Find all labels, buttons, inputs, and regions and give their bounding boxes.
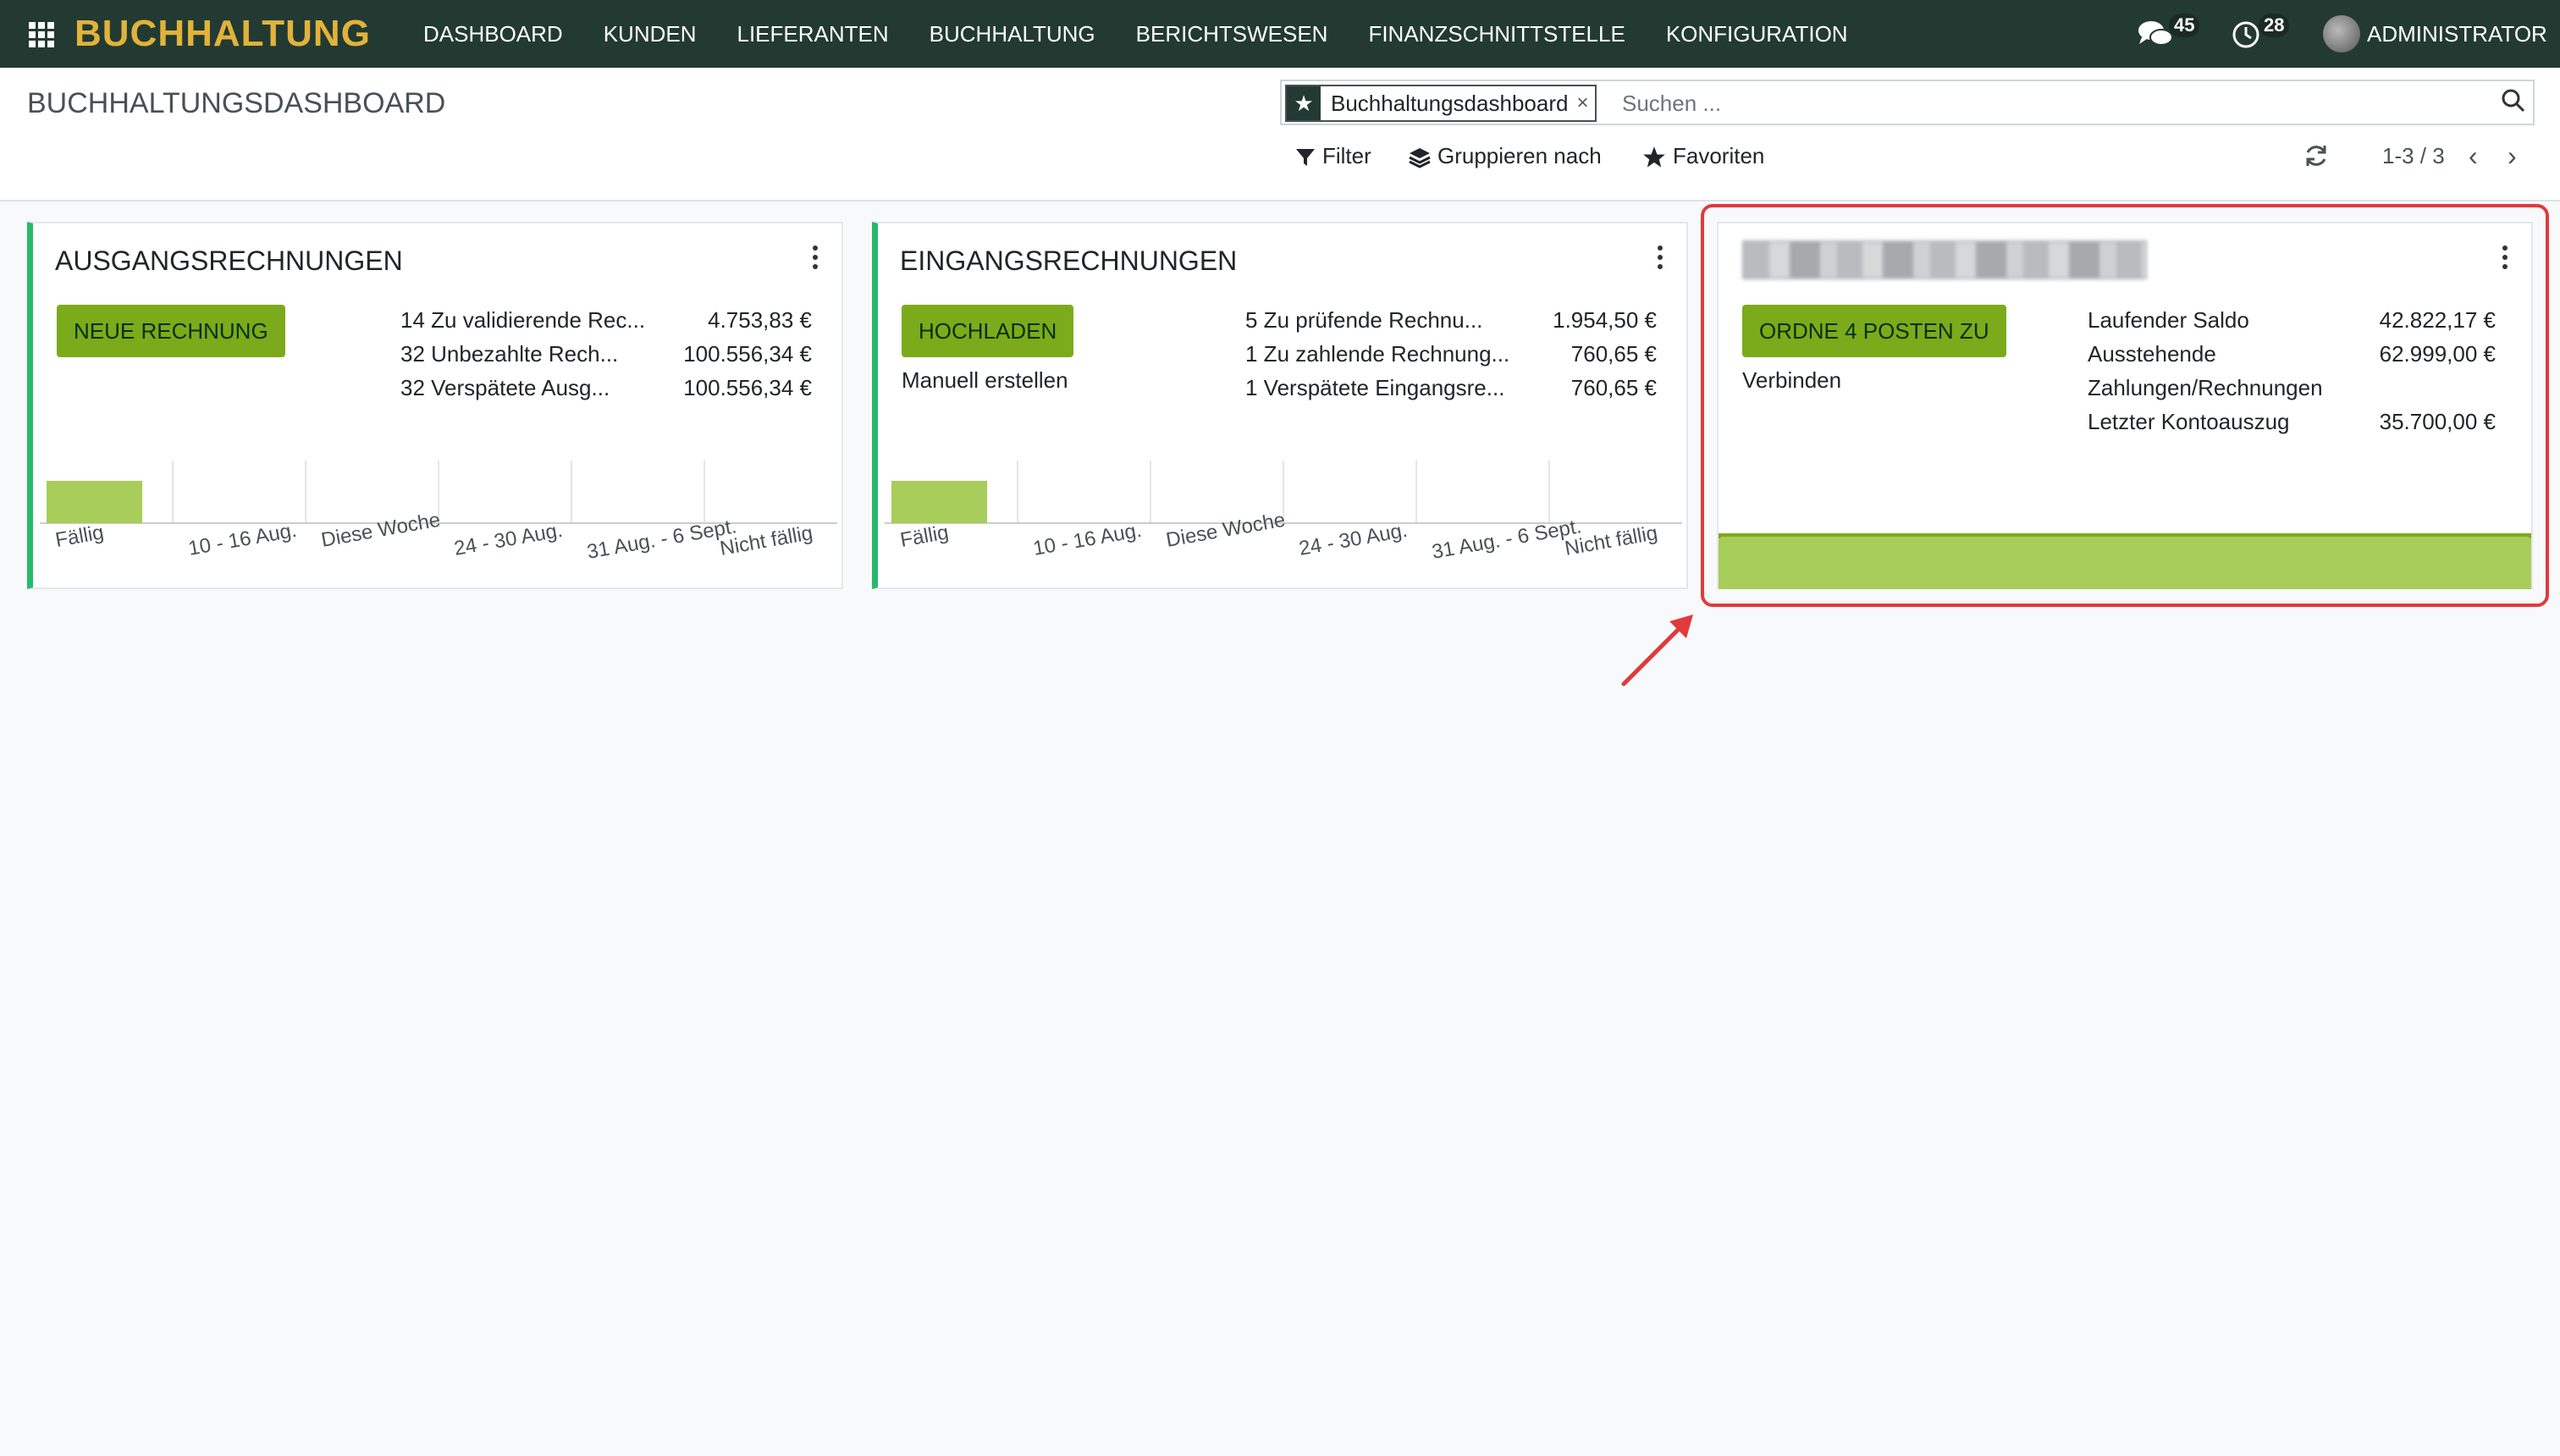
search-bar: ★ Buchhaltungsdashboard × — [1280, 80, 2535, 125]
create-manually-link[interactable]: Manuell erstellen — [902, 367, 1068, 394]
menu-item-lieferanten[interactable]: LIEFERANTEN — [737, 0, 889, 68]
filter-icon — [1296, 149, 1315, 167]
apps-menu-icon[interactable] — [29, 22, 54, 47]
messages-badge: 45 — [2169, 14, 2200, 37]
annotation-arrow-icon — [1621, 615, 1693, 687]
card-title[interactable]: EINGANGSRECHNUNGEN — [900, 244, 1237, 278]
pager-next-button[interactable]: › — [2508, 139, 2517, 173]
x-tick-label: 31 Aug. - 6 Sept. — [585, 515, 738, 564]
main-menu: DASHBOARD KUNDEN LIEFERANTEN BUCHHALTUNG… — [423, 0, 1889, 68]
group-by-button[interactable]: Gruppieren nach — [1409, 139, 1602, 173]
menu-item-finanzschnittstelle[interactable]: FINANZSCHNITTSTELLE — [1368, 0, 1625, 68]
menu-item-konfiguration[interactable]: KONFIGURATION — [1666, 0, 1848, 68]
card-stats: 14 Zu validierende Rec... 4.753,83 € 32 U… — [400, 303, 812, 405]
new-invoice-button[interactable]: NEUE RECHNUNG — [57, 305, 285, 357]
filter-button[interactable]: Filter — [1295, 139, 1371, 173]
search-facet: ★ Buchhaltungsdashboard × — [1285, 85, 1597, 122]
card-stats: 5 Zu prüfende Rechnu... 1.954,50 € 1 Zu z… — [1245, 303, 1657, 405]
star-icon — [1643, 146, 1665, 168]
chart-svg: Fällig 10 - 16 Aug. Diese Woche 24 - 30 Aug… — [40, 461, 837, 564]
aging-bar-chart: Fällig 10 - 16 Aug. Diese Woche 24 - 30 Aug… — [40, 461, 844, 587]
favorites-button[interactable]: Favoriten — [1642, 139, 1764, 173]
x-tick-label: Fällig — [898, 521, 950, 552]
chart-bar[interactable] — [47, 481, 143, 523]
chart-svg: Fällig 10 - 16 Aug. Diese Woche 24 - 30 Aug… — [885, 461, 1682, 564]
search-icon[interactable] — [2501, 88, 2526, 113]
facet-label: Buchhaltungsdashboard — [1331, 90, 1569, 116]
x-tick-label: 24 - 30 Aug. — [1297, 519, 1409, 560]
stat-value: 100.556,34 € — [683, 341, 812, 367]
stat-label: 32 Unbezahlte Rech... — [400, 341, 619, 367]
stat-row[interactable]: 5 Zu prüfende Rechnu... 1.954,50 € — [1245, 303, 1657, 337]
app-brand[interactable]: BUCHHALTUNG — [74, 10, 371, 58]
stat-row[interactable]: 1 Verspätete Eingangsre... 760,65 € — [1245, 371, 1657, 405]
stat-value: 100.556,34 € — [683, 375, 812, 400]
activities-badge: 28 — [2259, 14, 2290, 37]
group-by-label: Gruppieren nach — [1437, 143, 1602, 168]
x-tick-label: Diese Woche — [1164, 509, 1287, 552]
card-menu-icon[interactable] — [1658, 245, 1664, 273]
stat-label: 5 Zu prüfende Rechnu... — [1245, 307, 1483, 333]
filter-label: Filter — [1322, 143, 1371, 168]
chart-bar[interactable] — [891, 481, 988, 523]
stat-label: 1 Zu zahlende Rechnung... — [1245, 341, 1510, 367]
stat-value: 760,65 € — [1570, 375, 1657, 400]
stat-row[interactable]: 14 Zu validierende Rec... 4.753,83 € — [400, 303, 812, 337]
stat-label: 14 Zu validierende Rec... — [400, 307, 646, 333]
stat-row[interactable]: 32 Verspätete Ausg... 100.556,34 € — [400, 371, 812, 405]
stat-row[interactable]: 32 Unbezahlte Rech... 100.556,34 € — [400, 337, 812, 371]
x-tick-label: 24 - 30 Aug. — [452, 519, 564, 560]
clock-icon — [2232, 21, 2259, 48]
search-input[interactable] — [1620, 81, 2470, 125]
highlight-box — [1701, 204, 2549, 607]
pager-previous-button[interactable]: ‹ — [2469, 139, 2478, 173]
favorites-label: Favoriten — [1673, 143, 1765, 168]
menu-item-kunden[interactable]: KUNDEN — [604, 0, 697, 68]
stat-label: 1 Verspätete Eingangsre... — [1245, 375, 1505, 400]
card-sales-journal: AUSGANGSRECHNUNGEN NEUE RECHNUNG 14 Zu v… — [27, 222, 843, 589]
menu-item-berichtswesen[interactable]: BERICHTSWESEN — [1136, 0, 1328, 68]
card-purchase-journal: EINGANGSRECHNUNGEN HOCHLADEN Manuell ers… — [872, 222, 1688, 589]
user-menu[interactable]: ADMINISTRATOR — [2367, 0, 2547, 68]
card-title[interactable]: AUSGANGSRECHNUNGEN — [55, 244, 403, 278]
x-tick-label: 10 - 16 Aug. — [1031, 519, 1143, 560]
control-panel: BUCHHALTUNGSDASHBOARD ★ Buchhaltungsdash… — [0, 68, 2560, 201]
stat-row[interactable]: 1 Zu zahlende Rechnung... 760,65 € — [1245, 337, 1657, 371]
top-navbar: BUCHHALTUNG DASHBOARD KUNDEN LIEFERANTEN… — [0, 0, 2560, 68]
layers-icon — [1409, 148, 1431, 168]
stat-value: 760,65 € — [1570, 341, 1657, 367]
facet-remove-button[interactable]: × — [1576, 91, 1595, 115]
stat-value: 1.954,50 € — [1553, 307, 1657, 333]
aging-bar-chart: Fällig 10 - 16 Aug. Diese Woche 24 - 30 Aug… — [885, 461, 1689, 587]
menu-item-buchhaltung[interactable]: BUCHHALTUNG — [930, 0, 1095, 68]
x-tick-label: 10 - 16 Aug. — [186, 519, 298, 560]
x-tick-label: Diese Woche — [319, 509, 442, 552]
menu-item-dashboard[interactable]: DASHBOARD — [423, 0, 563, 68]
card-menu-icon[interactable] — [813, 245, 819, 273]
pager-value[interactable]: 1-3 / 3 — [2382, 139, 2445, 173]
reload-icon[interactable] — [2303, 142, 2330, 169]
x-tick-label: 31 Aug. - 6 Sept. — [1430, 515, 1583, 564]
stat-label: 32 Verspätete Ausg... — [400, 375, 610, 400]
page-title: BUCHHALTUNGSDASHBOARD — [27, 87, 446, 119]
user-avatar[interactable] — [2323, 15, 2360, 52]
star-icon: ★ — [1287, 86, 1321, 120]
x-tick-label: Fällig — [53, 521, 105, 552]
stat-value: 4.753,83 € — [708, 307, 812, 333]
upload-button[interactable]: HOCHLADEN — [902, 305, 1074, 357]
